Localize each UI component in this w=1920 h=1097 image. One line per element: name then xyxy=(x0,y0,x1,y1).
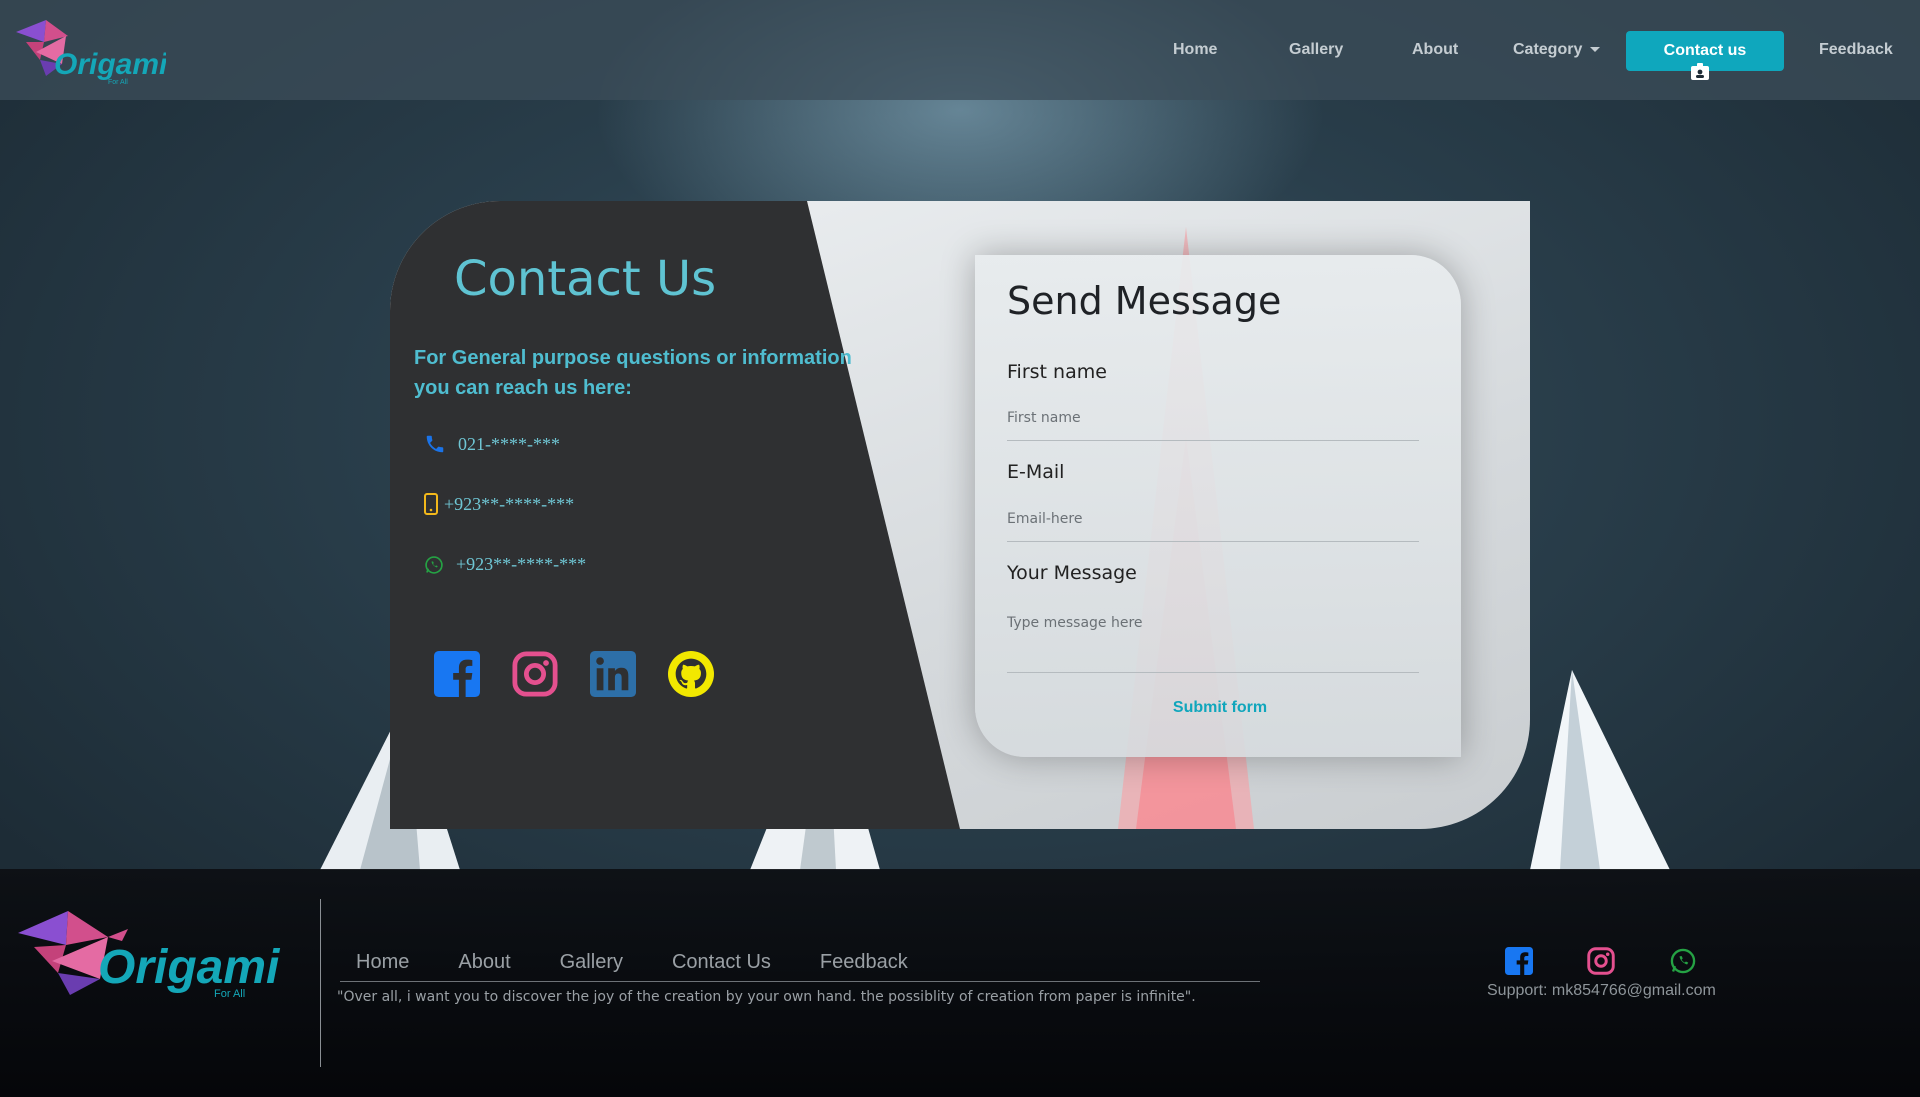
contact-card-icon xyxy=(1691,63,1709,80)
contact-social-links xyxy=(434,651,714,697)
message-textarea[interactable] xyxy=(1007,612,1419,673)
origami-logo[interactable]: Origami For All xyxy=(16,12,166,88)
phone-number-whatsapp[interactable]: +923**-****-*** xyxy=(456,554,586,575)
footer-separator xyxy=(340,981,1260,982)
phone-number-mobile[interactable]: +923**-****-*** xyxy=(444,494,574,515)
footer-whatsapp-icon[interactable] xyxy=(1669,947,1697,975)
submit-form-button[interactable]: Submit form xyxy=(1173,699,1267,717)
whatsapp-icon xyxy=(425,555,443,574)
footer-social-links xyxy=(1505,947,1697,975)
nav-home-link[interactable]: Home xyxy=(1173,41,1217,59)
footer: Origami For All Home About Gallery Conta… xyxy=(0,869,1920,1097)
nav-category-dropdown[interactable]: Category xyxy=(1513,41,1601,59)
footer-origami-logo[interactable]: Origami For All xyxy=(18,899,302,999)
facebook-icon[interactable] xyxy=(434,651,480,697)
svg-text:For All: For All xyxy=(108,79,128,86)
phone-number-landline[interactable]: 021-****-*** xyxy=(458,434,560,455)
phone-row-landline: 021-****-*** xyxy=(424,433,560,455)
first-name-label: First name xyxy=(1007,361,1107,383)
nav-gallery-link[interactable]: Gallery xyxy=(1289,41,1343,59)
svg-text:For All: For All xyxy=(214,988,245,999)
form-title: Send Message xyxy=(1007,279,1282,323)
svg-text:Origami: Origami xyxy=(54,48,166,81)
footer-instagram-icon[interactable] xyxy=(1587,947,1615,975)
footer-contact-link[interactable]: Contact Us xyxy=(672,951,771,974)
linkedin-icon[interactable] xyxy=(590,651,636,697)
send-message-form: Send Message First name E-Mail Your Mess… xyxy=(975,255,1461,757)
footer-support-email[interactable]: Support: mk854766@gmail.com xyxy=(1487,982,1716,1000)
footer-gallery-link[interactable]: Gallery xyxy=(560,951,623,974)
email-label: E-Mail xyxy=(1007,461,1065,483)
email-input[interactable] xyxy=(1007,496,1419,542)
footer-feedback-link[interactable]: Feedback xyxy=(820,951,908,974)
phone-row-whatsapp: +923**-****-*** xyxy=(424,554,586,575)
footer-divider xyxy=(320,899,321,1067)
footer-quote: "Over all, i want you to discover the jo… xyxy=(337,989,1196,1005)
navbar: Origami For All Home Gallery About Categ… xyxy=(0,0,1920,100)
nav-about-link[interactable]: About xyxy=(1412,41,1458,59)
contact-subtitle-line2: you can reach us here: xyxy=(414,377,632,399)
footer-about-link[interactable]: About xyxy=(458,951,510,974)
message-label: Your Message xyxy=(1007,562,1137,584)
first-name-input[interactable] xyxy=(1007,395,1419,441)
nav-feedback-link[interactable]: Feedback xyxy=(1819,41,1893,59)
nav-category-label: Category xyxy=(1513,41,1583,58)
footer-home-link[interactable]: Home xyxy=(356,951,409,974)
github-icon[interactable] xyxy=(668,651,714,697)
paper-plane-right-decoration xyxy=(1530,670,1670,870)
contact-subtitle: For General purpose questions or informa… xyxy=(414,343,894,403)
contact-subtitle-line1: For General purpose questions or informa… xyxy=(414,347,852,369)
mobile-icon xyxy=(424,493,438,515)
chevron-down-icon xyxy=(1590,47,1601,53)
phone-icon xyxy=(426,435,444,453)
contact-title: Contact Us xyxy=(454,251,717,307)
instagram-icon[interactable] xyxy=(512,651,558,697)
footer-nav: Home About Gallery Contact Us Feedback xyxy=(356,951,908,974)
svg-text:Origami: Origami xyxy=(98,941,281,994)
phone-row-mobile: +923**-****-*** xyxy=(424,493,574,515)
footer-facebook-icon[interactable] xyxy=(1505,947,1533,975)
